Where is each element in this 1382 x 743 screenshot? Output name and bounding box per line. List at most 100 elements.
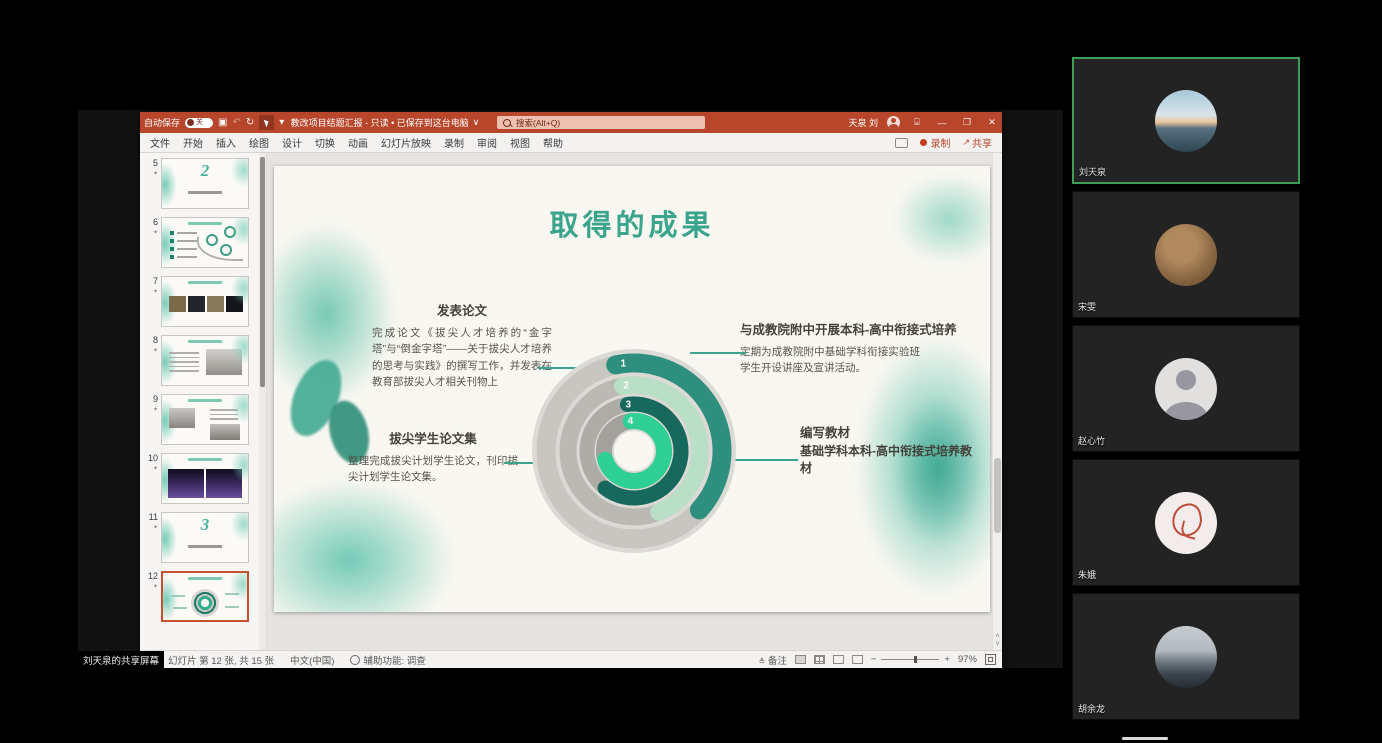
notes-button[interactable]: ≙ 备注 bbox=[759, 653, 787, 667]
ribbon-tab-文件[interactable]: 文件 bbox=[150, 135, 170, 150]
slide-thumbnail-11[interactable]: 11✦3 bbox=[144, 512, 256, 563]
zoom-track[interactable] bbox=[881, 659, 939, 660]
ribbon-tab-视图[interactable]: 视图 bbox=[510, 135, 530, 150]
participant-tile-胡余龙[interactable]: 胡余龙 bbox=[1072, 593, 1300, 720]
ribbon-tab-插入[interactable]: 插入 bbox=[216, 135, 236, 150]
mini-photo bbox=[206, 349, 242, 375]
thumbnail-preview[interactable]: 3 bbox=[161, 512, 249, 563]
chapter-caption bbox=[188, 191, 222, 194]
title-dropdown-icon[interactable]: ∨ bbox=[473, 117, 480, 128]
participant-name: 刘天泉 bbox=[1079, 165, 1106, 178]
accessibility-status[interactable]: 辅助功能: 调查 bbox=[350, 653, 425, 667]
mini-slide-title bbox=[188, 577, 222, 580]
zoom-knob[interactable] bbox=[914, 656, 917, 663]
participant-tile-宋雯[interactable]: 宋雯 bbox=[1072, 191, 1300, 318]
ribbon-tab-绘图[interactable]: 绘图 bbox=[249, 135, 269, 150]
slide-counter[interactable]: 幻灯片 第 12 张, 共 15 张 bbox=[168, 653, 274, 667]
undo-icon[interactable]: ↶ bbox=[232, 118, 240, 128]
powerpoint-window: 自动保存 关 ▣ ↶ ↻ ▾ 教改项目结题汇报 - 只读 • 已保存到这台电脑 … bbox=[140, 112, 1002, 668]
record-button[interactable]: 录制 bbox=[920, 135, 950, 150]
participant-tile-朱娥[interactable]: 朱娥 bbox=[1072, 459, 1300, 586]
user-avatar[interactable] bbox=[887, 116, 900, 129]
restore-button[interactable]: ❐ bbox=[959, 117, 975, 128]
mini-slide-title bbox=[188, 458, 222, 461]
slide-thumbnail-10[interactable]: 10✦ bbox=[144, 453, 256, 504]
slide-thumbnail-9[interactable]: 9✦ bbox=[144, 394, 256, 445]
donut-ring-label: 2 bbox=[623, 380, 629, 391]
previous-slide-button[interactable]: ˄ bbox=[993, 633, 1002, 641]
thumbnail-preview[interactable]: 2 bbox=[161, 158, 249, 209]
normal-view-button[interactable] bbox=[795, 655, 806, 664]
record-dot-icon bbox=[920, 139, 927, 146]
ribbon-tab-bar: 文件开始插入绘图设计切换动画幻灯片放映录制审阅视图帮助 录制 ↗共享 bbox=[140, 133, 1002, 153]
ribbon-tab-开始[interactable]: 开始 bbox=[183, 135, 203, 150]
zoom-in-button[interactable]: + bbox=[944, 654, 950, 665]
slideshow-view-button[interactable] bbox=[852, 655, 863, 664]
donut-ring-label: 3 bbox=[625, 399, 631, 410]
thumbnail-preview[interactable] bbox=[161, 335, 249, 386]
reading-view-button[interactable] bbox=[833, 655, 844, 664]
mini-bullets bbox=[170, 231, 197, 259]
qat-dropdown-icon[interactable]: ▾ bbox=[279, 118, 284, 128]
ribbon-tab-审阅[interactable]: 审阅 bbox=[477, 135, 497, 150]
search-box[interactable]: 搜索(Alt+Q) bbox=[497, 116, 705, 129]
pointer-tool-button[interactable] bbox=[259, 115, 274, 130]
thumbnail-preview[interactable] bbox=[161, 217, 249, 268]
thumbnail-preview[interactable] bbox=[161, 276, 249, 327]
animation-star-icon: ✦ bbox=[144, 465, 158, 472]
share-button[interactable]: ↗共享 bbox=[962, 135, 992, 150]
thumbnail-scrollbar[interactable] bbox=[259, 153, 266, 650]
zoom-out-button[interactable]: − bbox=[871, 654, 877, 665]
text-block-student-papers: 拔尖学生论文集 整理完成拔尖计划学生论文，刊印拔尖计划学生论文集。 bbox=[348, 428, 518, 486]
text-block-joint-training: 与成教院附中开展本科-高中衔接式培养 定期为成教院附中基础学科衔接实验班学生开设… bbox=[740, 319, 984, 377]
thumbnail-preview[interactable] bbox=[161, 394, 249, 445]
ribbon-display-options-button[interactable]: ⌸ bbox=[909, 117, 925, 128]
thumbnail-preview[interactable] bbox=[161, 453, 249, 504]
slide-thumbnail-8[interactable]: 8✦ bbox=[144, 335, 256, 386]
animation-star-icon: ✦ bbox=[144, 583, 158, 590]
fit-to-window-button[interactable] bbox=[985, 654, 996, 665]
block-heading: 编写教材 bbox=[800, 422, 982, 441]
participant-video-strip: 刘天泉宋雯赵心竹朱娥胡余龙 bbox=[1072, 57, 1300, 727]
minimize-button[interactable]: — bbox=[934, 118, 950, 128]
mini-photo bbox=[169, 408, 195, 428]
participant-tile-赵心竹[interactable]: 赵心竹 bbox=[1072, 325, 1300, 452]
autosave-state: 关 bbox=[196, 119, 203, 126]
slide-scrollbar[interactable]: ˄ ˅ bbox=[992, 153, 1002, 650]
ribbon-tab-动画[interactable]: 动画 bbox=[348, 135, 368, 150]
mini-photos bbox=[169, 296, 243, 312]
ppt-titlebar: 自动保存 关 ▣ ↶ ↻ ▾ 教改项目结题汇报 - 只读 • 已保存到这台电脑 … bbox=[140, 112, 1002, 133]
ribbon-tab-设计[interactable]: 设计 bbox=[282, 135, 302, 150]
slide-thumbnail-5[interactable]: 5✦2 bbox=[144, 158, 256, 209]
thumbnail-meta: 12✦ bbox=[144, 571, 158, 622]
block-body: 整理完成拔尖计划学生论文，刊印拔尖计划学生论文集。 bbox=[348, 453, 518, 486]
thumbnail-meta: 9✦ bbox=[144, 394, 158, 445]
close-button[interactable]: ✕ bbox=[984, 117, 1000, 128]
slide-number: 8 bbox=[144, 335, 158, 345]
slide-sorter-view-button[interactable] bbox=[814, 655, 825, 664]
autosave-toggle-knob bbox=[187, 119, 194, 126]
text-block-textbook: 编写教材 基础学科本科-高中衔接式培养教材 bbox=[800, 422, 982, 477]
ribbon-tab-录制[interactable]: 录制 bbox=[444, 135, 464, 150]
block-heading: 与成教院附中开展本科-高中衔接式培养 bbox=[740, 319, 984, 338]
save-icon[interactable]: ▣ bbox=[218, 118, 227, 128]
ribbon-tab-帮助[interactable]: 帮助 bbox=[543, 135, 563, 150]
taskbar-indicator bbox=[1122, 737, 1168, 740]
slide-thumbnail-12[interactable]: 12✦ bbox=[144, 571, 256, 622]
next-slide-button[interactable]: ˅ bbox=[993, 641, 1002, 649]
participant-tile-刘天泉[interactable]: 刘天泉 bbox=[1072, 57, 1300, 184]
slide-thumbnail-7[interactable]: 7✦ bbox=[144, 276, 256, 327]
ribbon-tab-幻灯片放映[interactable]: 幻灯片放映 bbox=[381, 135, 431, 150]
language-indicator[interactable]: 中文(中国) bbox=[290, 653, 334, 667]
zoom-level[interactable]: 97% bbox=[958, 654, 977, 665]
thumbnail-scrollbar-thumb[interactable] bbox=[260, 157, 265, 387]
thumbnail-preview[interactable] bbox=[161, 571, 249, 622]
autosave-toggle[interactable]: 关 bbox=[185, 118, 213, 128]
slide-thumbnail-6[interactable]: 6✦ bbox=[144, 217, 256, 268]
participant-avatar bbox=[1155, 90, 1217, 152]
block-body: 基础学科本科-高中衔接式培养教材 bbox=[800, 443, 982, 477]
ribbon-tab-切换[interactable]: 切换 bbox=[315, 135, 335, 150]
slide-scrollbar-thumb[interactable] bbox=[994, 458, 1001, 533]
comments-icon[interactable] bbox=[895, 138, 908, 148]
redo-icon[interactable]: ↻ bbox=[246, 118, 254, 128]
